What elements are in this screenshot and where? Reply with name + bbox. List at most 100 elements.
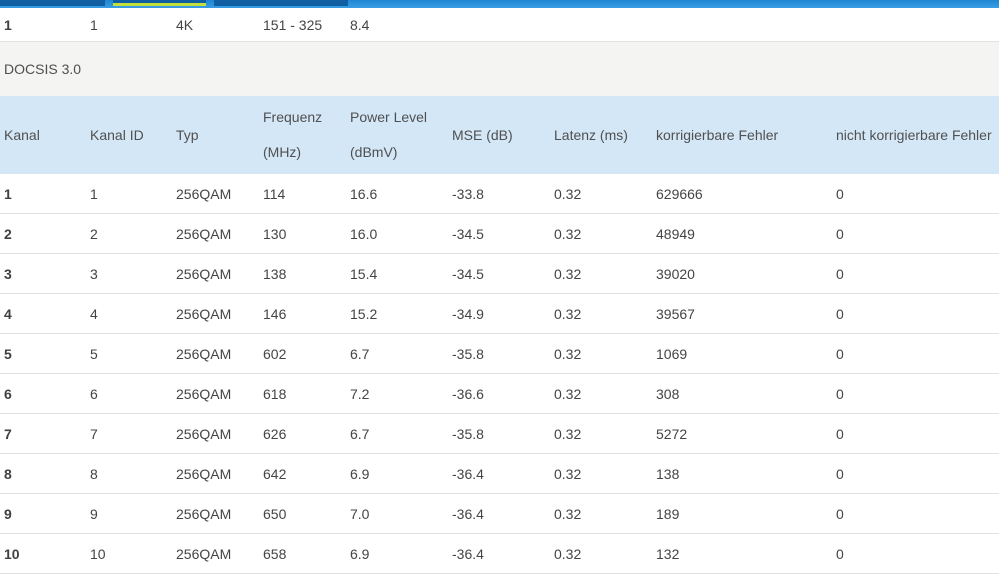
table-cell: 6.7: [346, 413, 448, 454]
table-cell: 658: [259, 533, 346, 574]
table-cell: -35.8: [448, 413, 550, 454]
table-row: 2 2 256QAM 130 16.0 -34.5 0.32 48949 0: [0, 213, 999, 254]
table-cell: 256QAM: [172, 253, 259, 294]
table-cell: 256QAM: [172, 333, 259, 374]
section-title: DOCSIS 3.0: [0, 41, 999, 96]
table-cell: 0: [832, 174, 999, 214]
table-cell: -35.8: [448, 333, 550, 374]
table-cell: 7: [0, 413, 86, 454]
table-cell: 256QAM: [172, 213, 259, 254]
table-cell: 0: [832, 253, 999, 294]
table-cell: 5272: [652, 413, 832, 454]
table-cell: 130: [259, 213, 346, 254]
table-cell: 256QAM: [172, 373, 259, 414]
table-cell: 0: [832, 493, 999, 534]
table-cell: 6: [0, 373, 86, 414]
table-cell: -36.6: [448, 373, 550, 414]
table-cell: -36.4: [448, 453, 550, 494]
table-cell: 189: [652, 493, 832, 534]
table-cell: 0.32: [550, 174, 652, 214]
table-cell: 602: [259, 333, 346, 374]
cell: 4K: [172, 8, 259, 42]
table-cell: -34.5: [448, 213, 550, 254]
table-cell: 6.9: [346, 453, 448, 494]
table-cell: 0: [832, 293, 999, 334]
table-cell: 0.32: [550, 413, 652, 454]
table-cell: 15.4: [346, 253, 448, 294]
table-cell: 6.7: [346, 333, 448, 374]
table-cell: 114: [259, 174, 346, 214]
table-cell: 0: [832, 533, 999, 574]
table-cell: -34.9: [448, 293, 550, 334]
table-cell: 9: [86, 493, 172, 534]
table-cell: -34.5: [448, 253, 550, 294]
nav-tab-1[interactable]: [0, 0, 105, 6]
table-cell: 6: [86, 373, 172, 414]
header-power-level: Power Level (dBmV): [346, 96, 448, 174]
table-row: 9 9 256QAM 650 7.0 -36.4 0.32 189 0: [0, 493, 999, 534]
table-cell: 4: [0, 293, 86, 334]
table-cell: 2: [0, 213, 86, 254]
table-cell: 146: [259, 293, 346, 334]
header-frequenz-line2: (MHz): [263, 144, 302, 160]
table-cell: 650: [259, 493, 346, 534]
table-cell: 256QAM: [172, 413, 259, 454]
table-cell: 7.0: [346, 493, 448, 534]
table-cell: 5: [86, 333, 172, 374]
table-cell: 0.32: [550, 533, 652, 574]
table-row: 4 4 256QAM 146 15.2 -34.9 0.32 39567 0: [0, 293, 999, 334]
table-cell: 0.32: [550, 453, 652, 494]
table-row: 6 6 256QAM 618 7.2 -36.6 0.32 308 0: [0, 373, 999, 414]
table-cell: 256QAM: [172, 453, 259, 494]
table-cell: 1069: [652, 333, 832, 374]
table-cell: 2: [86, 213, 172, 254]
table-cell: 10: [0, 533, 86, 574]
table-row: 5 5 256QAM 602 6.7 -35.8 0.32 1069 0: [0, 333, 999, 374]
nav-tab-3[interactable]: [214, 0, 348, 6]
cell: 1: [0, 8, 86, 42]
table-cell: 10: [86, 533, 172, 574]
table-cell: 0.32: [550, 213, 652, 254]
header-korrigierbare-fehler: korrigierbare Fehler: [652, 96, 832, 174]
table-cell: 39567: [652, 293, 832, 334]
header-kanal-id: Kanal ID: [86, 96, 172, 174]
table-cell: 0.32: [550, 373, 652, 414]
section-heading-row: DOCSIS 3.0: [0, 41, 999, 96]
previous-table-last-row: 1 1 4K 151 - 325 8.4: [0, 8, 999, 42]
nav-tab-2-active[interactable]: [113, 0, 206, 6]
table-cell: 0: [832, 213, 999, 254]
top-navigation-bar: [0, 0, 999, 8]
header-nicht-korrigierbare-fehler: nicht korrigierbare Fehler: [832, 96, 999, 174]
table-cell: 0.32: [550, 293, 652, 334]
table-cell: 0: [832, 373, 999, 414]
table-body: 1 1 256QAM 114 16.6 -33.8 0.32 629666 0 2 2 256QAM 1…: [0, 174, 999, 574]
table-cell: 8: [0, 453, 86, 494]
table-cell: -36.4: [448, 533, 550, 574]
table-cell: 7.2: [346, 373, 448, 414]
table-cell: 9: [0, 493, 86, 534]
table-cell: 256QAM: [172, 174, 259, 214]
table-row: 10 10 256QAM 658 6.9 -36.4 0.32 132 0: [0, 533, 999, 574]
table-cell: 8: [86, 453, 172, 494]
header-kanal: Kanal: [0, 96, 86, 174]
header-frequenz-line1: Frequenz: [263, 109, 323, 125]
table-cell: 0.32: [550, 253, 652, 294]
header-mse: MSE (dB): [448, 96, 550, 174]
table-cell: 0: [832, 453, 999, 494]
table-cell: 0: [832, 413, 999, 454]
table-cell: 1: [86, 174, 172, 214]
cell: 8.4: [346, 8, 448, 42]
table-row: 7 7 256QAM 626 6.7 -35.8 0.32 5272 0: [0, 413, 999, 454]
table-cell: 39020: [652, 253, 832, 294]
table-cell: 256QAM: [172, 293, 259, 334]
table-cell: 626: [259, 413, 346, 454]
table-cell: 16.6: [346, 174, 448, 214]
table-row: 1 1 256QAM 114 16.6 -33.8 0.32 629666 0: [0, 174, 999, 214]
table-cell: 0.32: [550, 493, 652, 534]
header-typ: Typ: [172, 96, 259, 174]
active-tab-indicator: [113, 3, 206, 6]
table-cell: 6.9: [346, 533, 448, 574]
table-cell: 138: [652, 453, 832, 494]
table-cell: 256QAM: [172, 533, 259, 574]
header-power-line2: (dBmV): [350, 144, 398, 160]
